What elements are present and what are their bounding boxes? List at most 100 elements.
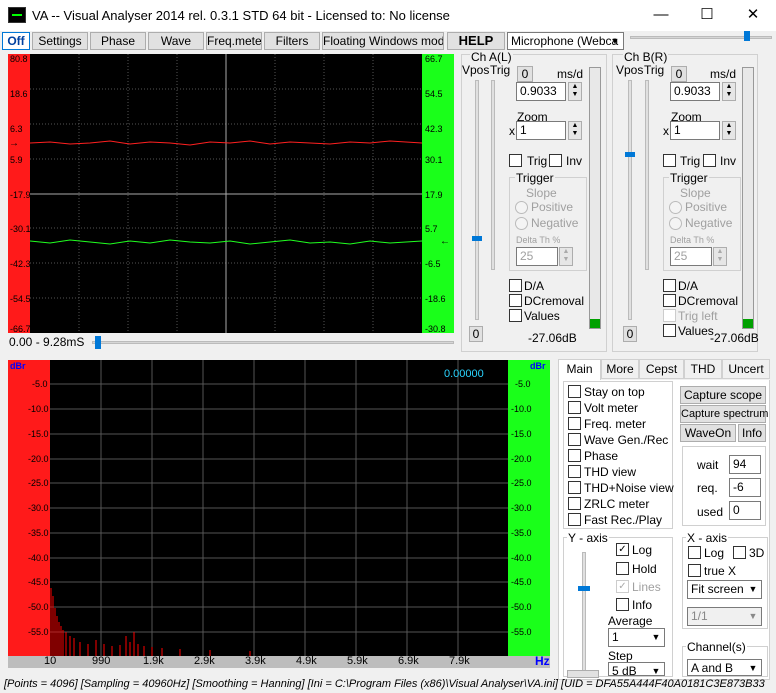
x-3d-checkbox[interactable] xyxy=(733,546,746,559)
channel-b-values-checkbox[interactable] xyxy=(663,324,676,337)
channel-a-vpos-slider[interactable] xyxy=(475,80,479,320)
channel-a-negative-radio[interactable] xyxy=(515,217,528,230)
spectrum-trace xyxy=(50,588,251,656)
channel-a-delta-input[interactable]: 25 xyxy=(516,247,558,266)
tab-more[interactable]: More xyxy=(601,359,639,379)
stay-on-top-checkbox[interactable] xyxy=(568,385,581,398)
app-icon xyxy=(8,7,26,23)
tab-thd[interactable]: THD xyxy=(684,359,722,379)
channel-a-msd-input[interactable]: 0.9033 xyxy=(516,82,566,101)
info-button[interactable]: Info xyxy=(738,424,766,442)
channel-b-vpos-slider[interactable] xyxy=(628,80,632,320)
channel-b-delta-spinner[interactable]: ▲ ▼ xyxy=(713,247,727,266)
channel-a-trig-slider[interactable] xyxy=(491,80,495,270)
channel-b-reset-button[interactable]: 0 xyxy=(623,326,637,342)
channel-a-positive-radio[interactable] xyxy=(515,201,528,214)
channel-b-trig-slider[interactable] xyxy=(645,80,649,270)
y-info-checkbox[interactable] xyxy=(616,598,629,611)
channel-b-zoom-input[interactable]: 1 xyxy=(670,121,720,140)
time-scroll-thumb[interactable] xyxy=(95,336,101,349)
phase-checkbox[interactable] xyxy=(568,449,581,462)
y-axis-slider-thumb[interactable] xyxy=(578,586,590,591)
channel-b-msd-spinner[interactable]: ▲ ▼ xyxy=(722,82,736,101)
thd-view-checkbox[interactable] xyxy=(568,465,581,478)
channel-b-zero-button[interactable]: 0 xyxy=(671,66,687,82)
close-button[interactable]: ✕ xyxy=(730,0,776,31)
step-select[interactable]: 5 dB ▼ xyxy=(608,662,665,676)
channel-a-positive-label: Positive xyxy=(531,200,574,214)
help-button[interactable]: HELP xyxy=(447,32,505,50)
x-truex-label: true X xyxy=(704,564,737,578)
channel-b-da-checkbox[interactable] xyxy=(663,279,676,292)
channel-a-vpos-label: Vpos xyxy=(462,63,490,77)
y-hold-checkbox[interactable] xyxy=(616,562,629,575)
floating-windows-button[interactable]: Floating Windows mode xyxy=(322,32,444,50)
channel-b-vpos-thumb[interactable] xyxy=(625,152,635,157)
channel-b-msd-input[interactable]: 0.9033 xyxy=(670,82,720,101)
filters-button[interactable]: Filters xyxy=(264,32,320,50)
tab-cepst[interactable]: Cepst xyxy=(639,359,684,379)
channel-b-dcremoval-checkbox[interactable] xyxy=(663,294,676,307)
maximize-button[interactable]: ☐ xyxy=(684,0,730,31)
capture-scope-button[interactable]: Capture scope xyxy=(680,386,766,404)
volume-slider-thumb[interactable] xyxy=(744,31,750,41)
req-label: req. xyxy=(697,481,718,495)
channel-a-zoom-spinner[interactable]: ▲ ▼ xyxy=(568,121,582,140)
time-scroll-slider[interactable] xyxy=(92,341,454,344)
channel-a-delta-spinner[interactable]: ▲ ▼ xyxy=(559,247,573,266)
channels-select[interactable]: A and B ▼ xyxy=(687,659,762,676)
minimize-button[interactable]: — xyxy=(638,0,684,31)
channel-b-zoom-spinner[interactable]: ▲ ▼ xyxy=(722,121,736,140)
channel-a-zoom-input[interactable]: 1 xyxy=(516,121,566,140)
channel-b-positive-radio[interactable] xyxy=(669,201,682,214)
input-device-select[interactable]: Microphone (Webca ▼ xyxy=(507,32,624,50)
y-axis-title: Y - axis xyxy=(567,531,609,545)
tab-uncert[interactable]: Uncert xyxy=(722,359,770,379)
freqmeter-button[interactable]: Freq.meter xyxy=(206,32,262,50)
y-lines-checkbox[interactable]: ✓ xyxy=(616,580,629,593)
settings-button[interactable]: Settings xyxy=(32,32,88,50)
channel-a-da-checkbox[interactable] xyxy=(509,279,522,292)
wave-gen-checkbox[interactable] xyxy=(568,433,581,446)
x-log-checkbox[interactable] xyxy=(688,546,701,559)
channel-a-negative-label: Negative xyxy=(531,216,579,230)
phase-button[interactable]: Phase xyxy=(90,32,146,50)
channel-b-delta-input[interactable]: 25 xyxy=(670,247,712,266)
fast-rec-checkbox[interactable] xyxy=(568,513,581,526)
channel-a-inv-checkbox[interactable] xyxy=(549,154,562,167)
volt-meter-checkbox[interactable] xyxy=(568,401,581,414)
step-value: 5 dB xyxy=(612,664,637,676)
x-3d-label: 3D xyxy=(749,546,765,560)
spectrum-dbr-right: dBr xyxy=(530,361,546,371)
channel-b-trig-cb-label: Trig xyxy=(680,154,701,168)
tab-main[interactable]: Main xyxy=(558,359,601,381)
y-axis-slider[interactable] xyxy=(582,552,586,672)
channel-a-msd-spinner[interactable]: ▲ ▼ xyxy=(568,82,582,101)
capture-spectrum-button[interactable]: Capture spectrum xyxy=(680,405,768,423)
volume-slider[interactable] xyxy=(630,36,772,39)
x-fit-select[interactable]: Fit screen ▼ xyxy=(687,580,762,599)
waveon-button[interactable]: WaveOn xyxy=(680,424,736,442)
average-select[interactable]: 1 ▼ xyxy=(608,628,665,647)
freq-meter-checkbox[interactable] xyxy=(568,417,581,430)
thd-noise-view-checkbox[interactable] xyxy=(568,481,581,494)
channel-b-trig-checkbox[interactable] xyxy=(663,154,676,167)
x-axis-title: X - axis xyxy=(686,531,729,545)
channel-a-zero-button[interactable]: 0 xyxy=(517,66,533,82)
y-log-checkbox[interactable]: ✓ xyxy=(616,543,629,556)
x-ratio-select[interactable]: 1/1 ▼ xyxy=(687,607,762,626)
x-tick-3: 2.9k xyxy=(194,655,215,667)
off-button[interactable]: Off xyxy=(2,32,30,50)
channel-b-negative-radio[interactable] xyxy=(669,217,682,230)
x-truex-checkbox[interactable] xyxy=(688,564,701,577)
channel-b-inv-checkbox[interactable] xyxy=(703,154,716,167)
channel-b-trig-left-checkbox[interactable] xyxy=(663,309,676,322)
zrlc-meter-checkbox[interactable] xyxy=(568,497,581,510)
channel-a-trig-checkbox[interactable] xyxy=(509,154,522,167)
channel-a-reset-button[interactable]: 0 xyxy=(469,326,483,342)
wave-button[interactable]: Wave xyxy=(148,32,204,50)
chevron-down-icon: ▼ xyxy=(748,611,758,621)
channel-a-vpos-thumb[interactable] xyxy=(472,236,482,241)
channel-a-values-checkbox[interactable] xyxy=(509,309,522,322)
channel-a-dcremoval-checkbox[interactable] xyxy=(509,294,522,307)
